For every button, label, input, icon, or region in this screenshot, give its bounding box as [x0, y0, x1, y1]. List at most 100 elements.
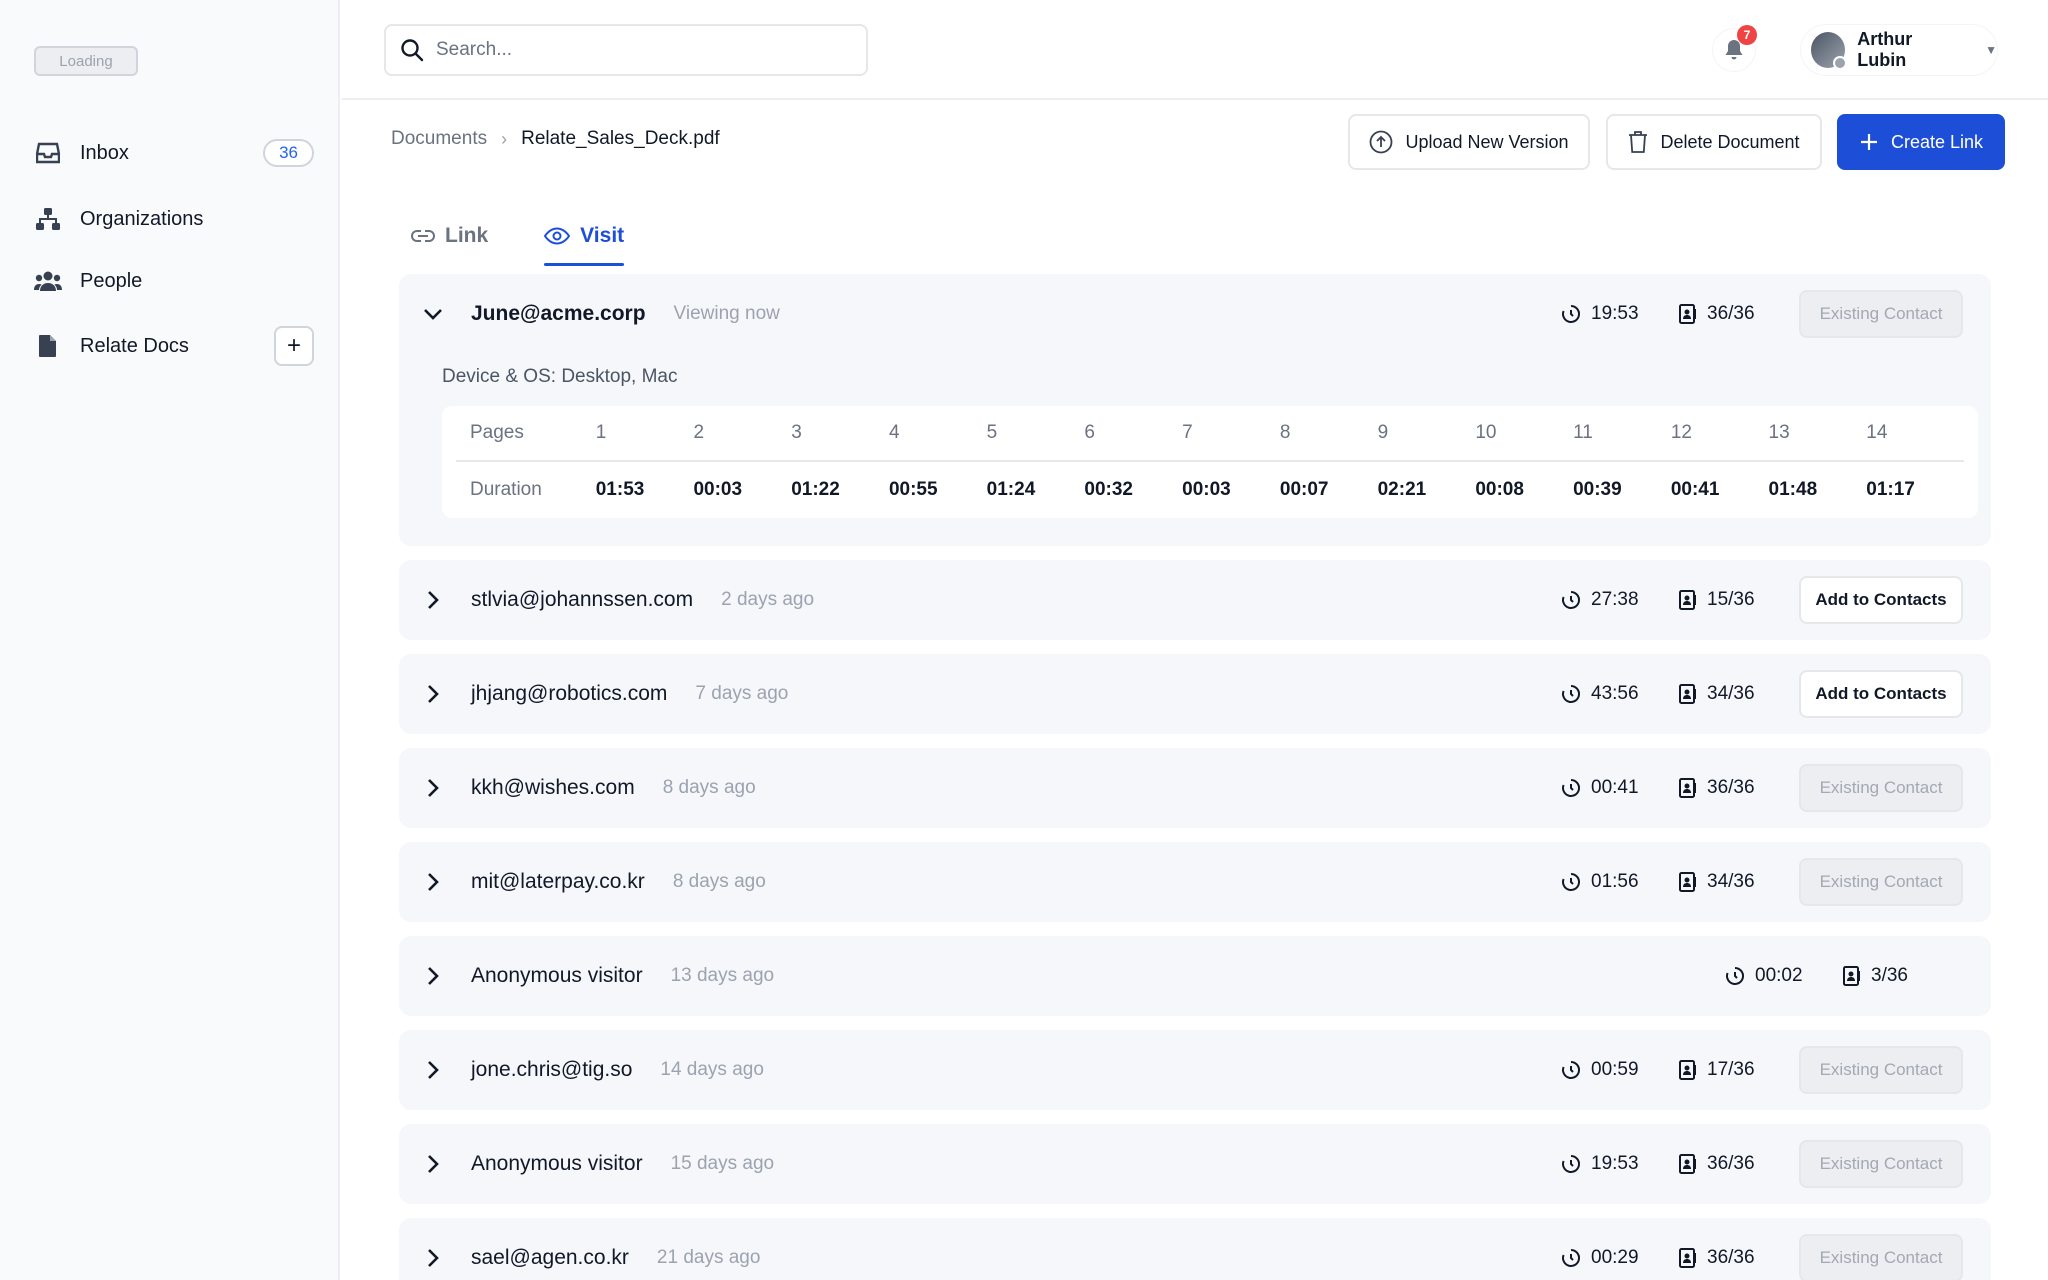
delete-document-button[interactable]: Delete Document: [1606, 114, 1822, 170]
existing-contact-button[interactable]: Existing Contact: [1799, 764, 1963, 812]
chevron-right-icon[interactable]: [421, 966, 445, 986]
visit-row[interactable]: sael@agen.co.kr 21 days ago 00:29 36/36 …: [399, 1218, 1991, 1280]
duration-value: 27:38: [1591, 589, 1639, 610]
pages-icon: [1679, 778, 1697, 798]
notifications-button[interactable]: 7: [1712, 25, 1757, 72]
visit-pages-viewed: 36/36: [1679, 1153, 1799, 1175]
visit-row-header[interactable]: June@acme.corp Viewing now 19:53 36/36 E…: [421, 274, 1963, 354]
add-to-contacts-button[interactable]: Add to Contacts: [1799, 670, 1963, 718]
visit-time-ago: 8 days ago: [672, 871, 766, 892]
visit-pages-viewed: 36/36: [1679, 303, 1799, 325]
page-duration-cell: 00:03: [1182, 479, 1231, 500]
pages-value: 36/36: [1707, 777, 1755, 798]
visit-row[interactable]: mit@laterpay.co.kr 8 days ago 01:56 34/3…: [399, 842, 1991, 922]
page-duration-cell: 02:21: [1377, 479, 1427, 500]
page-number-cell: 3: [791, 422, 802, 443]
visitor-email: stlvia@johannssen.com: [471, 588, 694, 611]
sidebar-item-relate-docs[interactable]: Relate Docs +: [34, 324, 314, 368]
visit-time-ago: 7 days ago: [695, 683, 789, 704]
existing-contact-button[interactable]: Existing Contact: [1799, 1234, 1963, 1280]
page-number-cell: 4: [888, 422, 900, 443]
timer-icon: [1561, 1060, 1581, 1080]
visit-row[interactable]: jone.chris@tig.so 14 days ago 00:59 17/3…: [399, 1030, 1991, 1110]
create-link-label: Create Link: [1890, 131, 1984, 152]
visit-duration: 00:29: [1561, 1247, 1679, 1269]
timer-icon: [1561, 1248, 1581, 1268]
page-duration-cell: 00:55: [888, 479, 938, 500]
visits-card: Link Visit June@acme.corp Viewing now 19…: [385, 192, 2005, 1280]
add-to-contacts-button[interactable]: Add to Contacts: [1799, 576, 1963, 624]
add-relate-doc-button[interactable]: +: [274, 326, 314, 366]
chevron-down-icon[interactable]: [421, 308, 445, 320]
chevron-right-icon[interactable]: [421, 590, 445, 610]
visit-row[interactable]: jhjang@robotics.com 7 days ago 43:56 34/…: [399, 654, 1991, 734]
visit-time-ago: 2 days ago: [721, 589, 815, 610]
upload-new-version-button[interactable]: Upload New Version: [1348, 114, 1590, 170]
sidebar-item-inbox[interactable]: Inbox 36: [34, 131, 314, 175]
visit-duration: 19:53: [1561, 303, 1679, 325]
duration-value: 01:56: [1591, 871, 1639, 892]
pages-icon: [1843, 966, 1861, 986]
page-number-cell: 13: [1768, 422, 1790, 443]
chevron-right-icon[interactable]: [421, 1248, 445, 1268]
sidebar-item-label: Organizations: [80, 207, 204, 230]
duration-value: 00:41: [1591, 777, 1639, 798]
plus-icon: [1859, 132, 1879, 152]
tab-visit[interactable]: Visit: [544, 216, 624, 266]
breadcrumb: Documents › Relate_Sales_Deck.pdf: [391, 128, 720, 150]
sidebar: Loading Inbox 36 Organizations People Re…: [0, 0, 340, 1280]
existing-contact-button[interactable]: Existing Contact: [1799, 858, 1963, 906]
chevron-right-icon[interactable]: [421, 778, 445, 798]
duration-value: 43:56: [1591, 683, 1639, 704]
existing-contact-button[interactable]: Existing Contact: [1799, 290, 1963, 338]
chevron-right-icon[interactable]: [421, 1154, 445, 1174]
duration-label: Duration: [470, 479, 542, 500]
tab-link[interactable]: Link: [411, 216, 488, 256]
collapsed-visits: stlvia@johannssen.com 2 days ago 27:38 1…: [399, 560, 1991, 1280]
page-number-cell: 8: [1279, 422, 1291, 443]
timer-icon: [1561, 778, 1581, 798]
chevron-right-icon[interactable]: [421, 872, 445, 892]
pages-value: 34/36: [1707, 683, 1755, 704]
sidebar-item-organizations[interactable]: Organizations: [34, 197, 314, 241]
timer-icon: [1561, 590, 1581, 610]
existing-contact-button[interactable]: Existing Contact: [1799, 1046, 1963, 1094]
pages-icon: [1679, 684, 1697, 704]
chevron-down-icon: ▼: [1985, 43, 1997, 57]
visit-row[interactable]: kkh@wishes.com 8 days ago 00:41 36/36 Ex…: [399, 748, 1991, 828]
avatar: [1811, 32, 1848, 70]
page-number-cell: 10: [1475, 422, 1497, 443]
search-box[interactable]: [384, 24, 868, 76]
breadcrumb-documents-link[interactable]: Documents: [391, 128, 487, 150]
visit-time-ago: 14 days ago: [660, 1059, 764, 1080]
visit-duration: 00:41: [1561, 777, 1679, 799]
page-number-cell: 14: [1866, 422, 1888, 443]
page-duration-cell: 01:53: [595, 479, 645, 500]
duration-value: 00:02: [1755, 965, 1803, 986]
page-number-cell: 2: [693, 422, 705, 443]
visit-row[interactable]: Anonymous visitor 13 days ago 00:02 3/36: [399, 936, 1991, 1016]
page-duration-cell: 00:07: [1279, 479, 1329, 500]
page-number-cell: 7: [1182, 422, 1193, 443]
user-menu[interactable]: Arthur Lubin ▼: [1800, 24, 1998, 76]
visit-pages-viewed: 3/36: [1843, 965, 1963, 987]
sidebar-item-label: People: [80, 269, 143, 292]
pages-value: 34/36: [1707, 871, 1755, 892]
sidebar-item-people[interactable]: People: [34, 259, 314, 303]
inbox-count-badge: 36: [263, 139, 314, 167]
pages-icon: [1679, 872, 1697, 892]
visit-row[interactable]: Anonymous visitor 15 days ago 19:53 36/3…: [399, 1124, 1991, 1204]
logo-placeholder: Loading: [34, 46, 138, 76]
upload-label: Upload New Version: [1405, 131, 1569, 152]
create-link-button[interactable]: Create Link: [1837, 114, 2005, 170]
existing-contact-button[interactable]: Existing Contact: [1799, 1140, 1963, 1188]
chevron-right-icon[interactable]: [421, 684, 445, 704]
search-input[interactable]: [436, 39, 836, 61]
pages-value: 36/36: [1707, 1247, 1755, 1268]
visit-row[interactable]: stlvia@johannssen.com 2 days ago 27:38 1…: [399, 560, 1991, 640]
eye-icon: [544, 227, 571, 245]
duration-value: 00:29: [1591, 1247, 1639, 1268]
pages-icon: [1679, 1060, 1697, 1080]
visit-row-expanded: June@acme.corp Viewing now 19:53 36/36 E…: [399, 274, 1991, 546]
chevron-right-icon[interactable]: [421, 1060, 445, 1080]
